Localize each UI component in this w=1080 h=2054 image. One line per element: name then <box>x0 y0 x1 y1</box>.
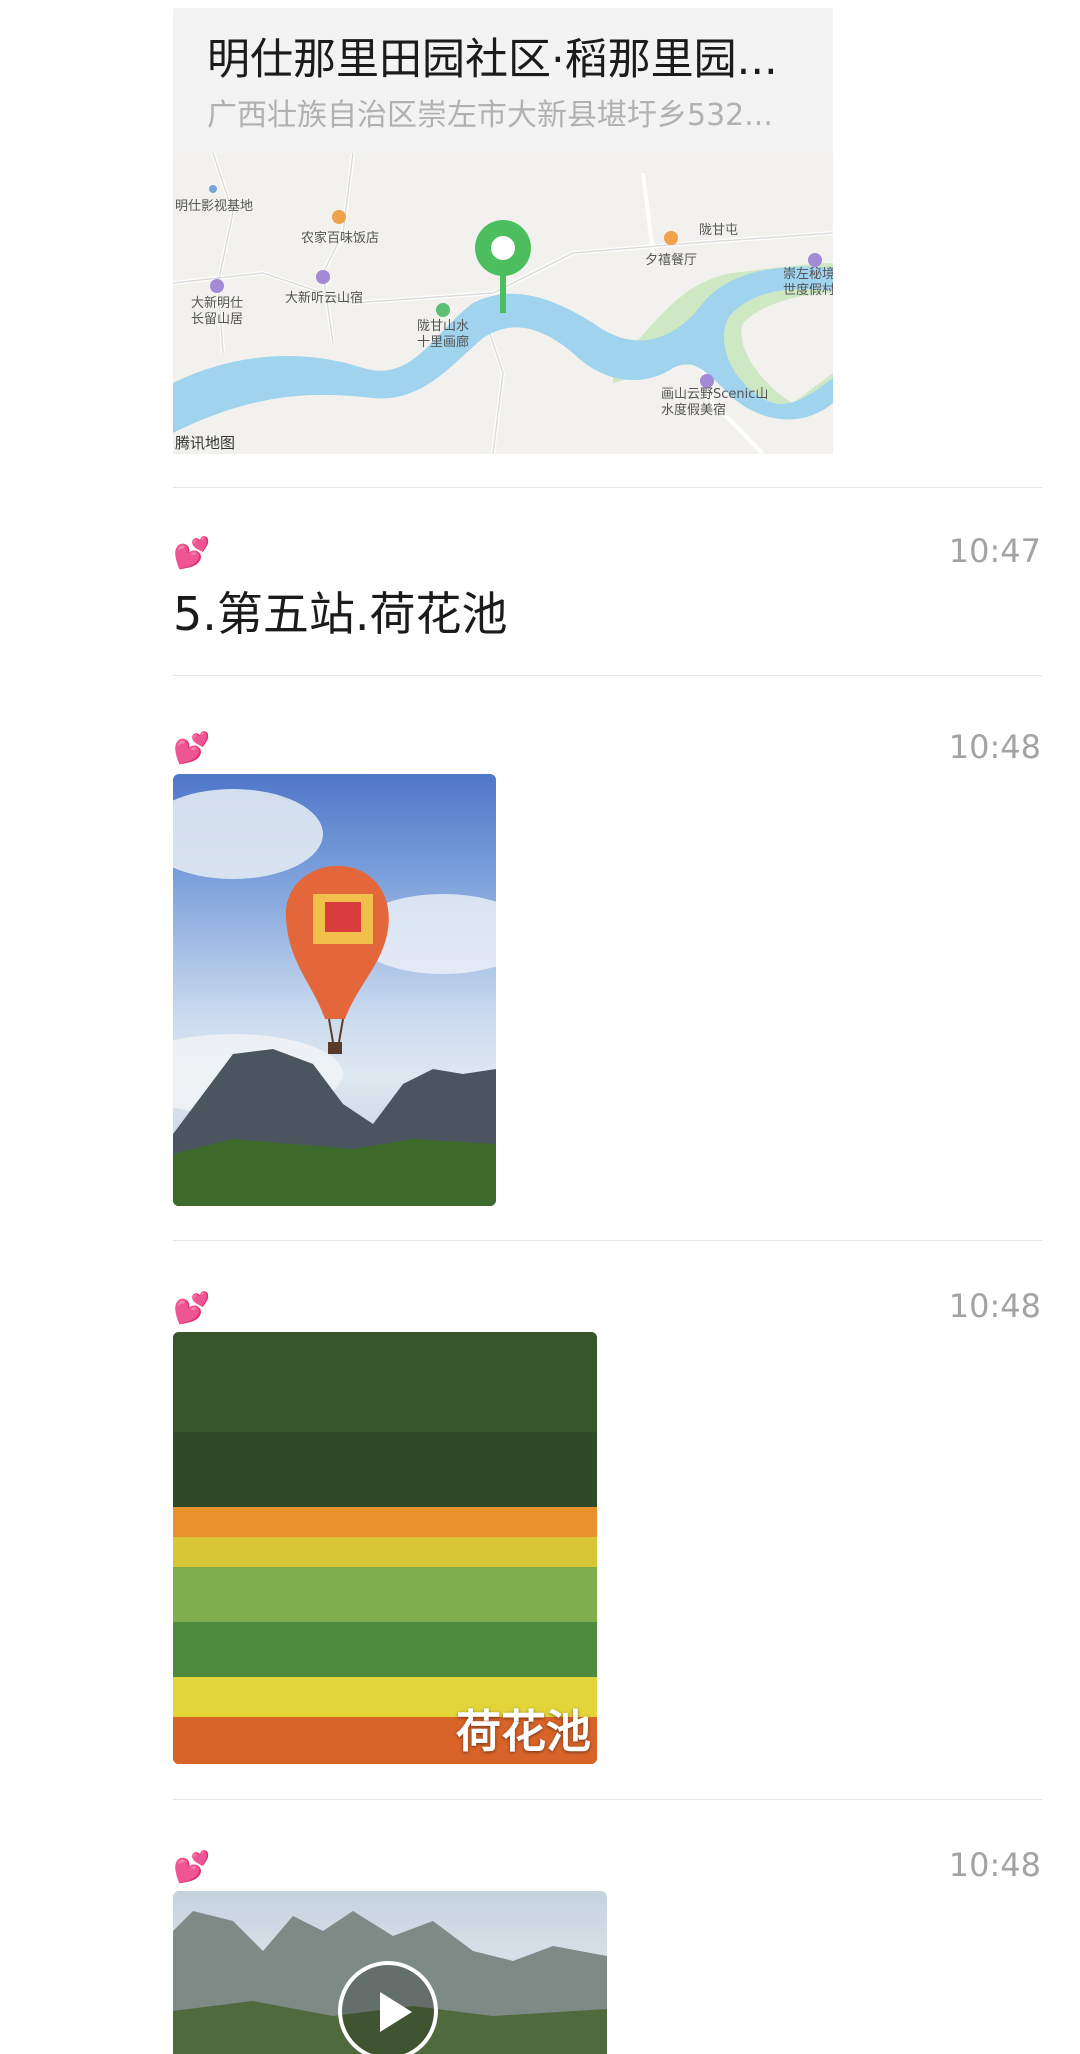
hot-air-balloon-photo[interactable] <box>173 774 496 1206</box>
divider <box>173 675 1042 676</box>
message-time: 10:48 <box>948 1846 1041 1884</box>
play-icon[interactable] <box>338 1961 438 2054</box>
map-label: 陇甘屯 <box>699 223 739 238</box>
map-label: 夕禧餐厅 <box>645 253 698 268</box>
message-time: 10:47 <box>948 532 1041 570</box>
divider <box>173 1799 1042 1800</box>
map-label: 明仕影视基地 <box>175 199 254 214</box>
two-hearts-icon: 💕 <box>173 1850 211 1885</box>
video-message-thumbnail[interactable] <box>173 1891 607 2054</box>
location-address: 广西壮族自治区崇左市大新县堪圩乡532... <box>207 98 773 133</box>
photo-caption: 荷花池 <box>455 1705 591 1758</box>
map-label: 画山云野Scenic山水度假美宿 <box>661 387 769 418</box>
map-label: 陇甘山水十里画廊 <box>417 319 470 350</box>
two-hearts-icon: 💕 <box>173 536 211 571</box>
location-card[interactable]: 明仕那里田园社区·稻那里园... 广西壮族自治区崇左市大新县堪圩乡532... <box>173 8 833 454</box>
message-time: 10:48 <box>948 728 1041 766</box>
two-hearts-icon: 💕 <box>173 731 211 766</box>
message-time: 10:48 <box>948 1287 1041 1325</box>
lotus-pond-photo[interactable]: 荷花池 <box>173 1332 597 1764</box>
location-title: 明仕那里田园社区·稻那里园... <box>207 35 778 85</box>
message-text[interactable]: 5.第五站.荷花池 <box>173 584 508 644</box>
map-label: 大新明仕长留山居 <box>191 296 244 327</box>
map-label: 崇左秘境世度假村 <box>783 267 833 298</box>
balloon-image-svg <box>173 789 496 1206</box>
two-hearts-icon: 💕 <box>173 1291 211 1326</box>
map-label: 大新听云山宿 <box>285 291 364 306</box>
map-preview[interactable]: 明仕影视基地 农家百味饭店 大新听云山宿 大新明仕长留山居 陇甘山水十里画廊 陇… <box>173 153 833 454</box>
map-label: 农家百味饭店 <box>301 231 380 246</box>
map-provider-label: 腾讯地图 <box>175 434 236 452</box>
divider <box>173 487 1042 488</box>
divider <box>173 1240 1042 1241</box>
